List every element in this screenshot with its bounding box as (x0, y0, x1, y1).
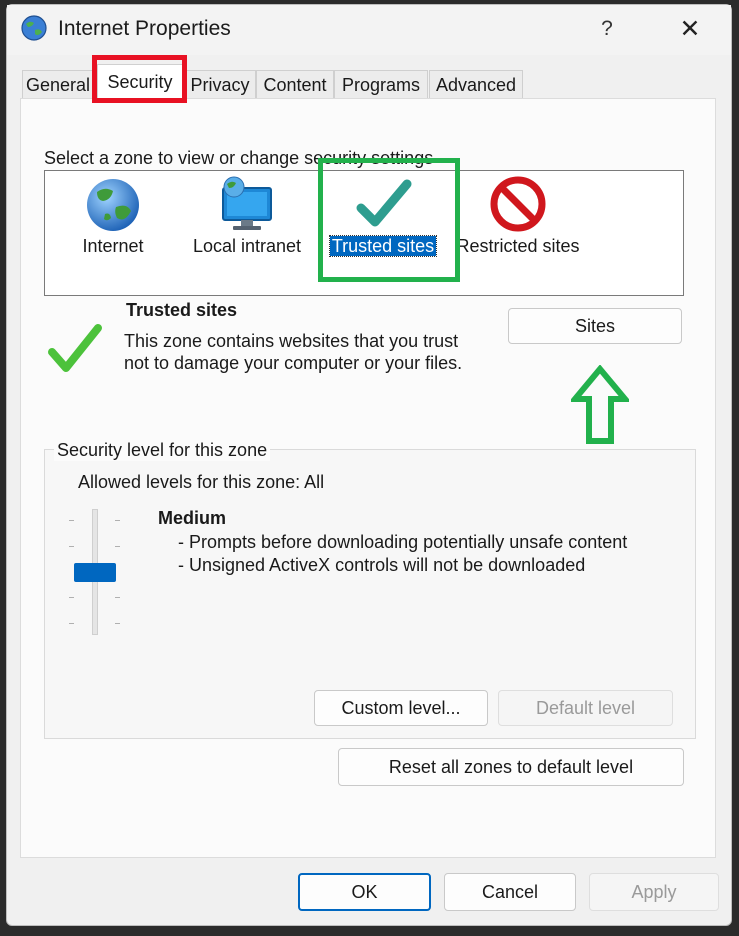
ok-button[interactable]: OK (298, 873, 431, 911)
security-level-slider-thumb[interactable] (74, 562, 116, 582)
tab-content[interactable]: Content (256, 70, 334, 101)
zone-restricted-sites[interactable]: Restricted sites (456, 174, 580, 274)
slider-tick (115, 546, 120, 547)
cancel-button[interactable]: Cancel (444, 873, 576, 911)
zone-prompt: Select a zone to view or change security… (44, 148, 434, 168)
zone-trusted-sites-label: Trusted sites (328, 235, 438, 257)
security-level-name: Medium (158, 508, 227, 528)
zone-local-intranet-label: Local intranet (192, 236, 302, 256)
zone-description-text: This zone contains websites that you tru… (124, 331, 463, 373)
globe-icon (87, 179, 139, 231)
close-button[interactable]: ✕ (670, 12, 710, 46)
slider-tick (69, 597, 74, 598)
slider-tick (115, 520, 120, 521)
custom-level-button[interactable]: Custom level... (314, 690, 488, 726)
slider-tick (69, 520, 74, 521)
tab-advanced[interactable]: Advanced (429, 70, 523, 101)
default-level-button[interactable]: Default level (498, 690, 673, 726)
security-level-detail: - Prompts before downloading potentially… (178, 532, 628, 552)
zone-internet-label: Internet (82, 236, 144, 256)
zone-trusted-sites[interactable]: Trusted sites (326, 174, 440, 274)
zone-description-title: Trusted sites (126, 300, 238, 320)
zone-internet[interactable]: Internet (74, 174, 152, 274)
green-check-icon (48, 324, 102, 372)
reset-all-zones-button[interactable]: Reset all zones to default level (338, 748, 684, 786)
tab-privacy[interactable]: Privacy (184, 70, 256, 101)
zone-restricted-sites-label: Restricted sites (456, 236, 580, 256)
tab-general[interactable]: General (22, 70, 94, 101)
slider-tick (115, 623, 120, 624)
monitor-globe-icon (222, 176, 272, 230)
tab-security[interactable]: Security (97, 64, 183, 100)
allowed-levels-text: Allowed levels for this zone: All (78, 472, 325, 492)
security-level-detail: - Unsigned ActiveX controls will not be … (178, 555, 586, 575)
sites-button[interactable]: Sites (508, 308, 682, 344)
tab-programs[interactable]: Programs (334, 70, 428, 101)
slider-tick (115, 597, 120, 598)
slider-tick (69, 546, 74, 547)
no-entry-icon (490, 176, 546, 232)
zone-local-intranet[interactable]: Local intranet (188, 174, 306, 274)
help-button[interactable]: ? (590, 14, 624, 44)
security-level-legend: Security level for this zone (54, 440, 271, 461)
window-title: Internet Properties (58, 17, 231, 40)
globe-app-icon (21, 15, 47, 41)
apply-button[interactable]: Apply (589, 873, 719, 911)
teal-check-icon (356, 179, 412, 227)
slider-tick (69, 623, 74, 624)
